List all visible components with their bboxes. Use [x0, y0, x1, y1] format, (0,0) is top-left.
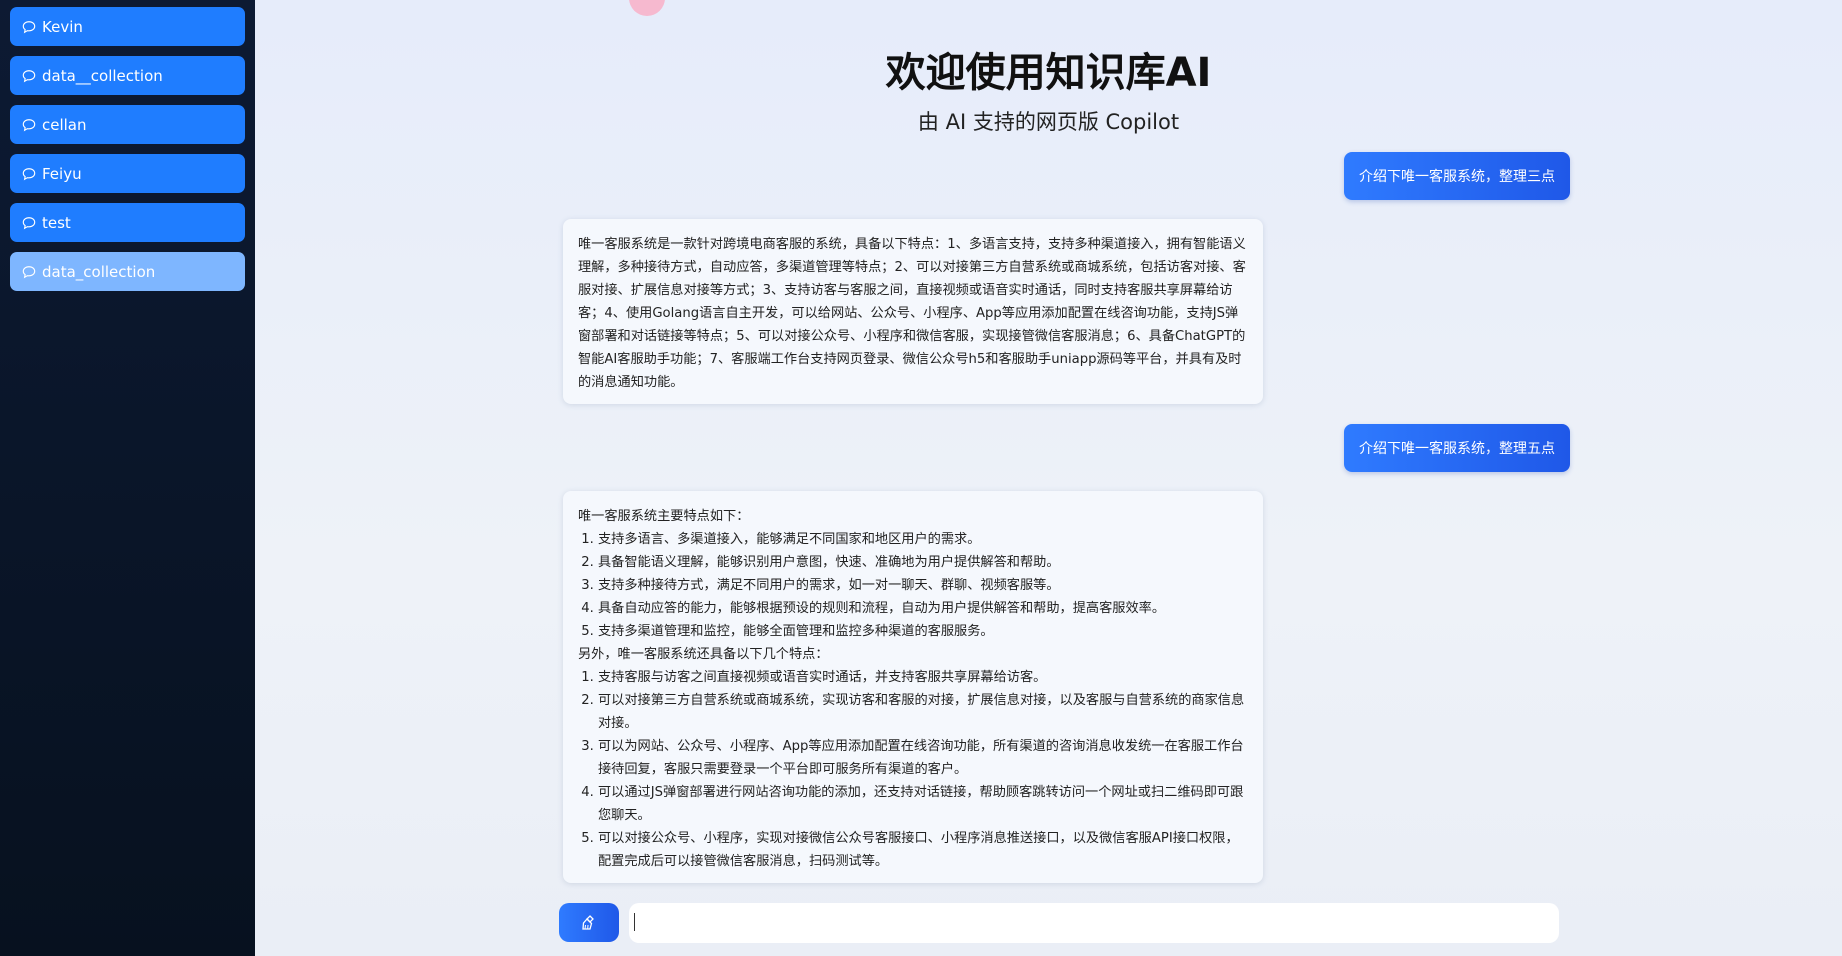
ai-message-middle: 另外，唯一客服系统还具备以下几个特点：	[578, 647, 829, 662]
page-subtitle: 由 AI 支持的网页版 Copilot	[917, 110, 1180, 134]
conversation-label: data__collection	[42, 66, 163, 85]
ai-message: 唯一客服系统主要特点如下： 支持多语言、多渠道接入，能够满足不同国家和地区用户的…	[563, 491, 1263, 883]
clear-chat-button[interactable]	[559, 903, 619, 942]
ai-message-intro: 唯一客服系统主要特点如下：	[578, 509, 750, 524]
list-item: 支持多渠道管理和监控，能够全面管理和监控多种渠道的客服服务。	[598, 620, 1248, 643]
page-title: 欢迎使用知识库AI	[885, 50, 1212, 96]
chat-input[interactable]	[629, 903, 1559, 943]
list-item: 支持客服与访客之间直接视频或语音实时通话，并支持客服共享屏幕给访客。	[598, 666, 1248, 689]
list-item: 支持多语言、多渠道接入，能够满足不同国家和地区用户的需求。	[598, 528, 1248, 551]
ai-message: 唯一客服系统是一款针对跨境电商客服的系统，具备以下特点：1、多语言支持，支持多种…	[563, 219, 1263, 404]
list-item: 具备自动应答的能力，能够根据预设的规则和流程，自动为用户提供解答和帮助，提高客服…	[598, 597, 1248, 620]
chat-bubble-icon	[22, 216, 36, 229]
text-caret	[634, 913, 635, 931]
conversation-label: Feiyu	[42, 164, 82, 183]
list-item: 支持多种接待方式，满足不同用户的需求，如一对一聊天、群聊、视频客服等。	[598, 574, 1248, 597]
conversation-label: test	[42, 213, 71, 232]
chat-main: 欢迎使用知识库AI 由 AI 支持的网页版 Copilot 介绍下唯一客服系统，…	[255, 0, 1842, 956]
avatar-icon	[629, 0, 665, 16]
list-item: 可以为网站、公众号、小程序、App等应用添加配置在线咨询功能，所有渠道的咨询消息…	[598, 735, 1248, 781]
conversation-list: Kevin data__collection cellan Feiyu test…	[10, 7, 245, 301]
ai-message-text: 唯一客服系统是一款针对跨境电商客服的系统，具备以下特点：1、多语言支持，支持多种…	[578, 237, 1246, 390]
list-item: 可以对接第三方自营系统或商城系统，实现访客和客服的对接，扩展信息对接，以及客服与…	[598, 689, 1248, 735]
sidebar: Kevin data__collection cellan Feiyu test…	[0, 0, 255, 956]
feature-list: 支持客服与访客之间直接视频或语音实时通话，并支持客服共享屏幕给访客。 可以对接第…	[578, 666, 1248, 873]
user-message: 介绍下唯一客服系统，整理五点	[1344, 424, 1570, 472]
chat-bubble-icon	[22, 118, 36, 131]
conversation-label: data_collection	[42, 262, 156, 281]
user-message: 介绍下唯一客服系统，整理三点	[1344, 152, 1570, 200]
conversation-item[interactable]: test	[10, 203, 245, 242]
chat-bubble-icon	[22, 20, 36, 33]
list-item: 可以对接公众号、小程序，实现对接微信公众号客服接口、小程序消息推送接口，以及微信…	[598, 827, 1248, 873]
conversation-label: cellan	[42, 115, 87, 134]
conversation-item[interactable]: Kevin	[10, 7, 245, 46]
chat-bubble-icon	[22, 69, 36, 82]
chat-bubble-icon	[22, 167, 36, 180]
list-item: 可以通过JS弹窗部署进行网站咨询功能的添加，还支持对话链接，帮助顾客跳转访问一个…	[598, 781, 1248, 827]
conversation-item-active[interactable]: data_collection	[10, 252, 245, 291]
conversation-label: Kevin	[42, 17, 83, 36]
chat-bubble-icon	[22, 265, 36, 278]
feature-list: 支持多语言、多渠道接入，能够满足不同国家和地区用户的需求。 具备智能语义理解，能…	[578, 528, 1248, 643]
conversation-item[interactable]: cellan	[10, 105, 245, 144]
list-item: 具备智能语义理解，能够识别用户意图，快速、准确地为用户提供解答和帮助。	[598, 551, 1248, 574]
broom-icon	[582, 914, 594, 930]
conversation-item[interactable]: Feiyu	[10, 154, 245, 193]
conversation-item[interactable]: data__collection	[10, 56, 245, 95]
